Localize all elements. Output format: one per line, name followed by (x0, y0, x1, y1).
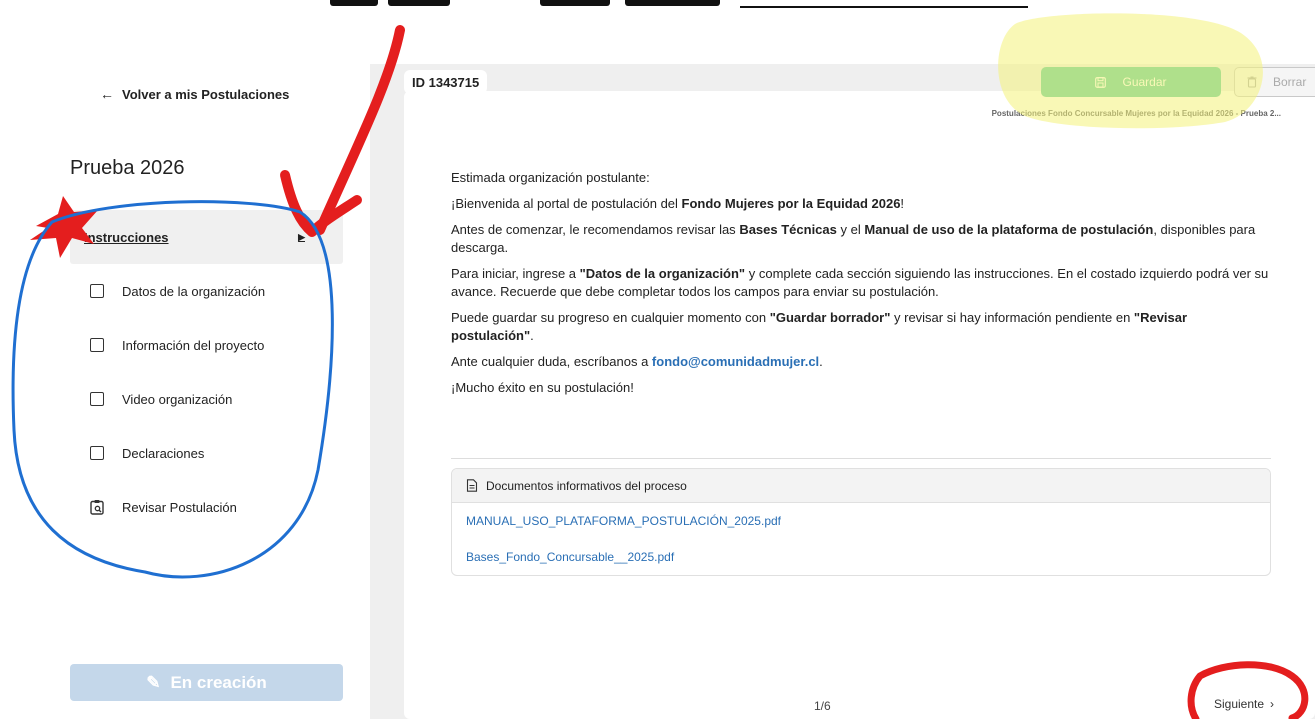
document-link-manual[interactable]: MANUAL_USO_PLATAFORMA_POSTULACIÓN_2025.p… (452, 503, 1270, 539)
sidebar: ← Volver a mis Postulaciones Prueba 2026… (0, 12, 370, 719)
breadcrumb: Postulaciones Fondo Concursable Mujeres … (991, 109, 1281, 118)
paragraph: Puede guardar su progreso en cualquier m… (451, 310, 1188, 343)
sidebar-item-label: Instrucciones (84, 229, 169, 245)
document-link-bases[interactable]: Bases_Fondo_Concursable__2025.pdf (452, 539, 1270, 575)
documents-panel: Documentos informativos del proceso MANU… (451, 468, 1271, 576)
sidebar-item-label: Declaraciones (122, 445, 205, 461)
paragraph: ¡Mucho éxito en su postulación! (451, 380, 634, 395)
sidebar-item-revisar-postulacion[interactable]: Revisar Postulación (70, 480, 343, 534)
cropped-header-strip (0, 0, 1315, 12)
checkbox-icon (90, 392, 104, 406)
documents-header: Documentos informativos del proceso (452, 469, 1270, 503)
documents-title: Documentos informativos del proceso (486, 478, 687, 493)
sidebar-item-datos-organizacion[interactable]: Datos de la organización (70, 264, 343, 318)
pencil-icon: ✎ (146, 672, 161, 692)
clipboard-search-icon (90, 500, 104, 515)
paragraph: Para iniciar, ingrese a "Datos de la org… (451, 266, 1269, 299)
sidebar-item-instrucciones[interactable]: Instrucciones ▶ (70, 210, 343, 264)
section-nav: Instrucciones ▶ Datos de la organización… (70, 210, 343, 534)
checkbox-icon (90, 446, 104, 460)
instructions-text: Estimada organización postulante: ¡Bienv… (451, 169, 1271, 405)
delete-label: Borrar (1273, 75, 1307, 89)
status-label: En creación (170, 672, 267, 692)
paragraph: Estimada organización postulante: (451, 170, 650, 185)
arrow-left-icon: ← (100, 86, 114, 102)
next-label: Siguiente (1214, 697, 1265, 711)
back-link-label: Volver a mis Postulaciones (122, 86, 290, 102)
document-icon (466, 479, 478, 492)
sidebar-item-label: Datos de la organización (122, 283, 266, 299)
chevron-right-icon: › (1270, 697, 1275, 711)
back-link[interactable]: ← Volver a mis Postulaciones (100, 86, 289, 102)
email-link[interactable]: fondo@comunidadmujer.cl (652, 354, 819, 369)
chevron-right-icon: ▶ (298, 231, 305, 242)
page-indicator: 1/6 (814, 699, 831, 713)
sidebar-item-label: Información del proyecto (122, 337, 265, 353)
save-label: Guardar (1122, 75, 1167, 89)
next-button[interactable]: Siguiente › (1214, 697, 1274, 711)
save-button[interactable]: Guardar (1041, 67, 1221, 97)
status-button: ✎ En creación (70, 664, 343, 701)
sidebar-item-video-organizacion[interactable]: Video organización (70, 372, 343, 426)
instructions-card: Postulaciones Fondo Concursable Mujeres … (404, 91, 1315, 719)
sidebar-item-declaraciones[interactable]: Declaraciones (70, 426, 343, 480)
save-icon (1095, 76, 1107, 88)
sidebar-item-label: Video organización (122, 391, 233, 407)
paragraph: ¡Bienvenida al portal de postulación del… (451, 196, 905, 211)
paragraph: Antes de comenzar, le recomendamos revis… (451, 222, 1256, 255)
delete-button[interactable]: Borrar (1234, 67, 1315, 97)
checkbox-icon (90, 338, 104, 352)
divider (451, 458, 1271, 459)
sidebar-item-informacion-proyecto[interactable]: Información del proyecto (70, 318, 343, 372)
sidebar-item-label: Revisar Postulación (122, 499, 237, 515)
project-title: Prueba 2026 (70, 157, 185, 179)
main-panel: ID 1343715 Postulaciones Fondo Concursab… (370, 64, 1315, 719)
paragraph: Ante cualquier duda, escríbanos a fondo@… (451, 354, 823, 369)
checkbox-icon (90, 284, 104, 298)
trash-icon (1247, 76, 1257, 88)
